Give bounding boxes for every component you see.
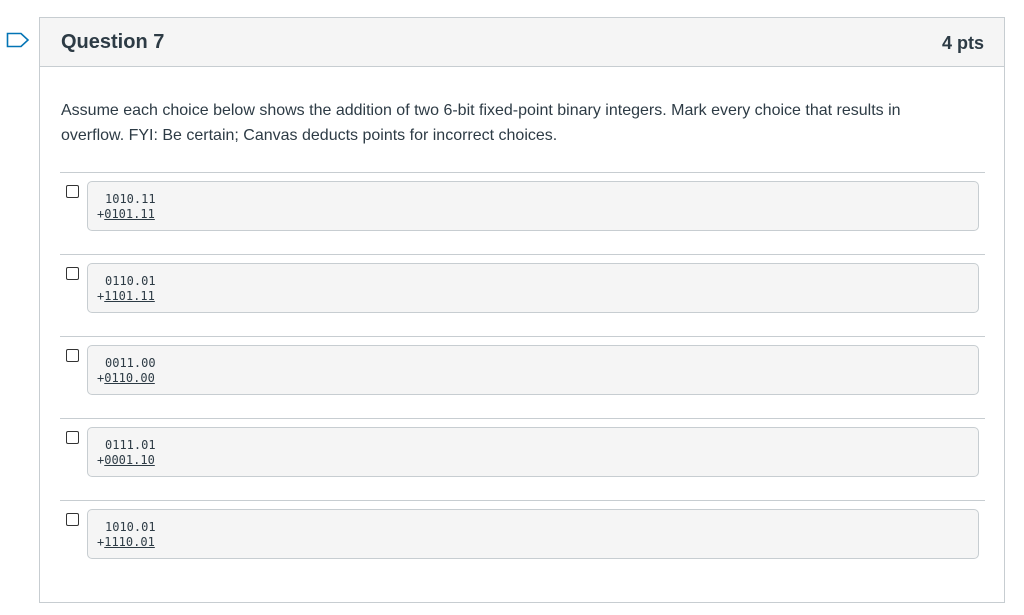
question-card: Question 7 4 pts Assume each choice belo… <box>39 17 1005 603</box>
question-text: Assume each choice below shows the addit… <box>61 102 901 144</box>
answer-operand-1: 0011.00 <box>105 356 156 370</box>
answer-option: 1010.01 +1110.01 <box>60 500 985 582</box>
answer-operand-2: 1101.11 <box>104 289 155 303</box>
answer-operand-2-line: +0110.00 <box>97 371 155 386</box>
answer-checkbox[interactable] <box>66 513 79 526</box>
answer-label-box[interactable]: 0110.01 +1101.11 <box>87 263 979 313</box>
answer-checkbox[interactable] <box>66 349 79 362</box>
answer-operand-2-line: +0101.11 <box>97 207 155 222</box>
answer-label-box[interactable]: 0011.00 +0110.00 <box>87 345 979 395</box>
question-points: 4 pts <box>941 33 984 53</box>
answer-operand-2: 0001.10 <box>104 453 155 467</box>
answer-operand-1: 1010.11 <box>105 192 156 206</box>
answer-option: 1010.11 +0101.11 <box>60 172 985 254</box>
answer-checkbox[interactable] <box>66 185 79 198</box>
answer-label-box[interactable]: 0111.01 +0001.10 <box>87 427 979 477</box>
answer-option: 0011.00 +0110.00 <box>60 336 985 418</box>
answer-checkbox[interactable] <box>66 431 79 444</box>
answer-operand-1: 1010.01 <box>105 520 156 534</box>
answer-operand-1: 0110.01 <box>105 274 156 288</box>
answer-operand-2: 0110.00 <box>104 371 155 385</box>
answer-operand-2-line: +0001.10 <box>97 453 155 468</box>
answer-option: 0111.01 +0001.10 <box>60 418 985 500</box>
answer-operand-2-line: +1110.01 <box>97 535 155 550</box>
answer-operand-1: 0111.01 <box>105 438 156 452</box>
answer-label-box[interactable]: 1010.01 +1110.01 <box>87 509 979 559</box>
answer-option: 0110.01 +1101.11 <box>60 254 985 336</box>
question-header: Question 7 4 pts <box>40 18 1004 67</box>
answer-label-box[interactable]: 1010.11 +0101.11 <box>87 181 979 231</box>
flag-question-icon[interactable] <box>6 32 30 48</box>
question-title: Question 7 <box>61 31 165 53</box>
answer-checkbox[interactable] <box>66 267 79 280</box>
answer-operand-2: 0101.11 <box>104 207 155 221</box>
answer-list: 1010.11 +0101.11 0110.01 +1101.11 0011.0… <box>60 172 985 582</box>
answer-operand-2: 1110.01 <box>104 535 155 549</box>
answer-operand-2-line: +1101.11 <box>97 289 155 304</box>
